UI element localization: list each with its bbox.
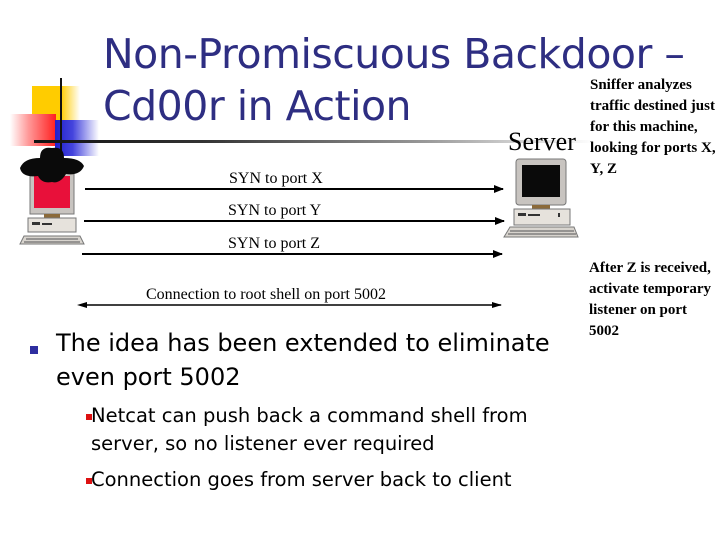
sub-bullet-2-text: Connection goes from server back to clie…: [91, 468, 512, 491]
arrow-label-connection: Connection to root shell on port 5002: [146, 286, 386, 303]
arrow-label-syn-z: SYN to port Z: [228, 235, 320, 252]
listener-note: After Z is received, activate temporary …: [589, 260, 712, 339]
bullet-marker: [30, 346, 38, 354]
sub-bullet-text: Netcat can push back a command shell fro…: [91, 402, 571, 458]
sub-bullet-1-text: Netcat can push back a command shell fro…: [91, 404, 528, 455]
arrow-label-syn-x: SYN to port X: [229, 170, 323, 187]
arrow-label-syn-y: SYN to port Y: [228, 202, 322, 219]
sniffer-note: Sniffer analyzes traffic destined just f…: [590, 77, 716, 177]
bullet-text: The idea has been extended to eliminate …: [56, 329, 550, 391]
